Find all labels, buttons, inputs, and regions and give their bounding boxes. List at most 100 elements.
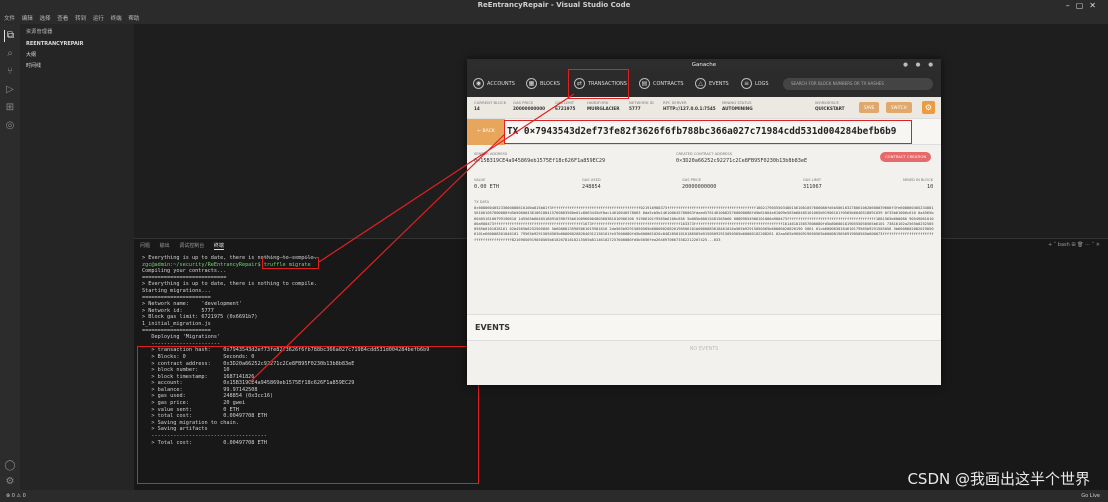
- tab-problems[interactable]: 问题: [140, 243, 150, 249]
- menu-file[interactable]: 文件: [4, 16, 15, 22]
- tab-blocks-label: BLOCKS: [540, 81, 560, 87]
- tab-terminal[interactable]: 终端: [213, 243, 224, 250]
- tab-accounts[interactable]: ◉ ACCOUNTS: [473, 77, 515, 91]
- source-control-icon[interactable]: ⑂: [4, 66, 16, 78]
- info-value: QUICKSTART: [815, 106, 845, 111]
- tab-contracts[interactable]: ▤ CONTRACTS: [639, 77, 684, 91]
- highlight-migrate-command: [262, 257, 319, 269]
- info-label: RPC SERVER: [663, 100, 687, 105]
- sidebar-item-outline[interactable]: 大纲: [20, 49, 134, 60]
- ganache-title-bar: Ganache ● ● ●: [467, 59, 941, 71]
- panel-tabs: 问题 输出 调试控制台 终端: [140, 242, 232, 250]
- value-label: VALUE: [474, 178, 486, 182]
- tab-blocks[interactable]: ▦ BLOCKS: [526, 77, 560, 91]
- sidebar-item-project[interactable]: REENTRANCYREPAIR: [20, 39, 134, 49]
- go-live-button[interactable]: Go Live: [1081, 493, 1100, 499]
- extensions-icon[interactable]: ⊞: [4, 102, 16, 114]
- events-icon: △: [695, 78, 706, 89]
- contract-creation-badge: CONTRACT CREATION: [880, 152, 932, 162]
- menu-help[interactable]: 帮助: [128, 16, 139, 22]
- ganache-window: Ganache ● ● ● ◉ ACCOUNTS ▦ BLOCKS ⇄ TRANSAC…: [467, 59, 941, 385]
- info-value: MUIRGLACIER: [587, 106, 620, 111]
- status-bar: ⊗ 0 ⚠ 0 Go Live: [0, 490, 1108, 502]
- info-label: CURRENT BLOCK: [474, 100, 507, 105]
- tx-data: 0×608060405233600080610100a815b81f3fffff…: [474, 206, 934, 242]
- run-debug-icon[interactable]: ▷: [4, 84, 16, 96]
- gas-used: 248854: [582, 184, 601, 190]
- info-value: 14: [474, 106, 480, 111]
- info-value: HTTP://127.0.0.1:7545: [663, 106, 716, 111]
- info-label: GAS LIMIT: [555, 100, 575, 105]
- tab-logs-label: LOGS: [755, 81, 769, 87]
- created-contract-label: CREATED CONTRACT ADDRESS: [676, 152, 732, 156]
- menu-view[interactable]: 查看: [57, 16, 68, 22]
- logs-icon: ≡: [741, 78, 752, 89]
- contracts-icon: ▤: [639, 78, 650, 89]
- save-button[interactable]: SAVE: [859, 102, 880, 113]
- tab-accounts-label: ACCOUNTS: [487, 81, 515, 87]
- no-events-text: NO EVENTS: [689, 346, 719, 352]
- terminal-line: 1_initial_migration.js: [142, 320, 211, 327]
- info-label: MINING STATUS: [722, 100, 752, 105]
- account-icon[interactable]: ◯: [4, 460, 16, 472]
- info-rpc-server: RPC SERVER HTTP://127.0.0.1:7545: [663, 100, 716, 111]
- terminal-line: ======================: [142, 327, 211, 334]
- window-title: ReEntrancyRepair - Visual Studio Code: [477, 1, 631, 9]
- info-value: 5777: [629, 106, 641, 111]
- tx-details: SENDER ADDRESS 0×15B319CE4a945869eb1575E…: [467, 146, 941, 385]
- info-label: HARDFORK: [587, 100, 609, 105]
- sidebar-item-timeline[interactable]: 时间线: [20, 60, 134, 71]
- settings-gear-icon[interactable]: ⚙: [922, 101, 935, 114]
- highlight-transactions-tab: [568, 69, 629, 99]
- accounts-icon: ◉: [473, 78, 484, 89]
- menu-edit[interactable]: 编辑: [22, 16, 33, 22]
- info-label: GAS PRICE: [513, 100, 534, 105]
- value: 0.00 ETH: [474, 184, 499, 190]
- menu-selection[interactable]: 选择: [40, 16, 51, 22]
- sidebar-header: 资源管理器: [26, 29, 53, 35]
- status-left-icon[interactable]: ⊗ 0 ⚠ 0: [6, 493, 26, 499]
- info-network-id: NETWORK ID 5777: [629, 100, 654, 111]
- watermark: CSDN @我画出这半个世界: [907, 470, 1090, 488]
- settings-gear-icon[interactable]: ⚙: [4, 476, 16, 488]
- tab-output[interactable]: 输出: [160, 243, 170, 249]
- explorer-icon[interactable]: ⧉: [4, 30, 16, 42]
- info-gas-price: GAS PRICE 20000000000: [513, 100, 545, 111]
- panel-actions[interactable]: + ˅ bash ⊞ 🗑 ⋯ ˄ ✕: [1048, 242, 1100, 248]
- created-contract-address: 0×3D20a66252c92271c2Ce8FB95F0230b13b8b83…: [676, 158, 808, 164]
- highlight-tx-hash: [504, 120, 912, 144]
- menu-bar: 文件 编辑 选择 查看 转到 运行 终端 帮助: [0, 14, 1108, 24]
- back-button[interactable]: ← BACK: [467, 119, 505, 145]
- info-mining-status: MINING STATUS AUTOMINING: [722, 100, 753, 111]
- sender-address: 0×15B319CE4a945869eb1575Ef18c626F1a859EC…: [474, 158, 606, 164]
- terminal-line: > Network id: 5777: [142, 307, 214, 314]
- events-header: EVENTS: [467, 314, 941, 341]
- terminal-line: Compiling your contracts...: [142, 268, 227, 275]
- terminal-line: Starting migrations...: [142, 287, 211, 294]
- menu-run[interactable]: 运行: [93, 16, 104, 22]
- info-gas-limit: GAS LIMIT 6721975: [555, 100, 575, 111]
- highlight-migration-output: [137, 346, 479, 484]
- ganache-window-controls[interactable]: ● ● ●: [903, 59, 936, 71]
- terminal-line: Deploying 'Migrations': [142, 334, 221, 341]
- info-label: NETWORK ID: [629, 100, 654, 105]
- menu-go[interactable]: 转到: [75, 16, 86, 22]
- remote-icon[interactable]: ◎: [4, 120, 16, 132]
- info-value: AUTOMINING: [722, 106, 753, 111]
- switch-button[interactable]: SWITCH: [886, 102, 912, 113]
- info-label: WORKSPACE: [815, 100, 839, 105]
- tab-debug-console[interactable]: 调试控制台: [179, 243, 204, 249]
- tab-logs[interactable]: ≡ LOGS: [741, 77, 769, 91]
- terminal-line: > Network name: 'development': [142, 301, 242, 308]
- terminal-line: > Everything is up to date, there is not…: [142, 281, 317, 288]
- tx-data-label: TX DATA: [474, 200, 490, 204]
- title-bar: ReEntrancyRepair - Visual Studio Code –▢…: [0, 0, 1108, 14]
- menu-terminal[interactable]: 终端: [111, 16, 122, 22]
- window-controls[interactable]: –▢✕: [1066, 1, 1102, 10]
- ganache-nav: ◉ ACCOUNTS ▦ BLOCKS ⇄ TRANSACTIONS ▤ CONTRAC…: [467, 71, 941, 97]
- tab-events[interactable]: △ EVENTS: [695, 77, 729, 91]
- search-icon[interactable]: ⌕: [4, 48, 16, 60]
- info-current-block: CURRENT BLOCK 14: [474, 100, 506, 111]
- gas-limit: 311067: [803, 184, 822, 190]
- block-search-input[interactable]: SEARCH FOR BLOCK NUMBERS OR TX HASHES: [783, 78, 933, 90]
